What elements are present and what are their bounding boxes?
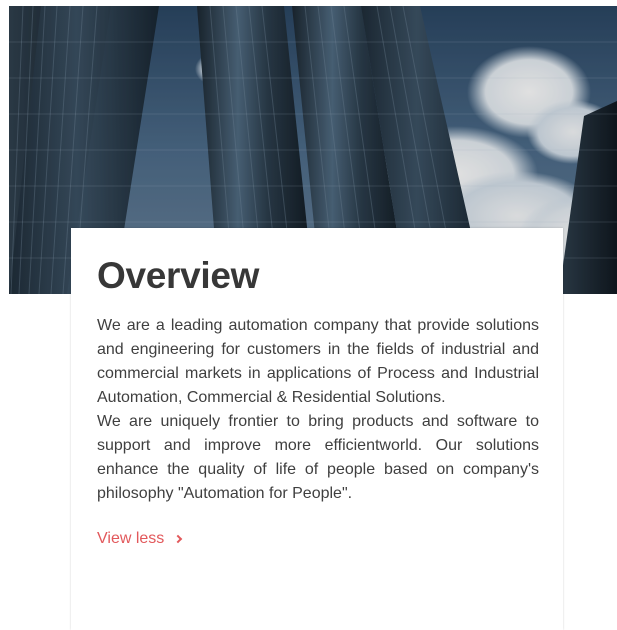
view-less-link[interactable]: View less (97, 529, 184, 549)
chevron-right-icon (174, 534, 184, 544)
overview-card: Overview We are a leading automation com… (71, 228, 563, 630)
overview-paragraph-2: We are uniquely frontier to bring produc… (97, 413, 539, 502)
overview-paragraph-1: We are a leading automation company that… (97, 317, 539, 406)
overview-page: Overview We are a leading automation com… (0, 0, 617, 630)
overview-title: Overview (97, 255, 260, 296)
view-less-label: View less (97, 530, 165, 547)
